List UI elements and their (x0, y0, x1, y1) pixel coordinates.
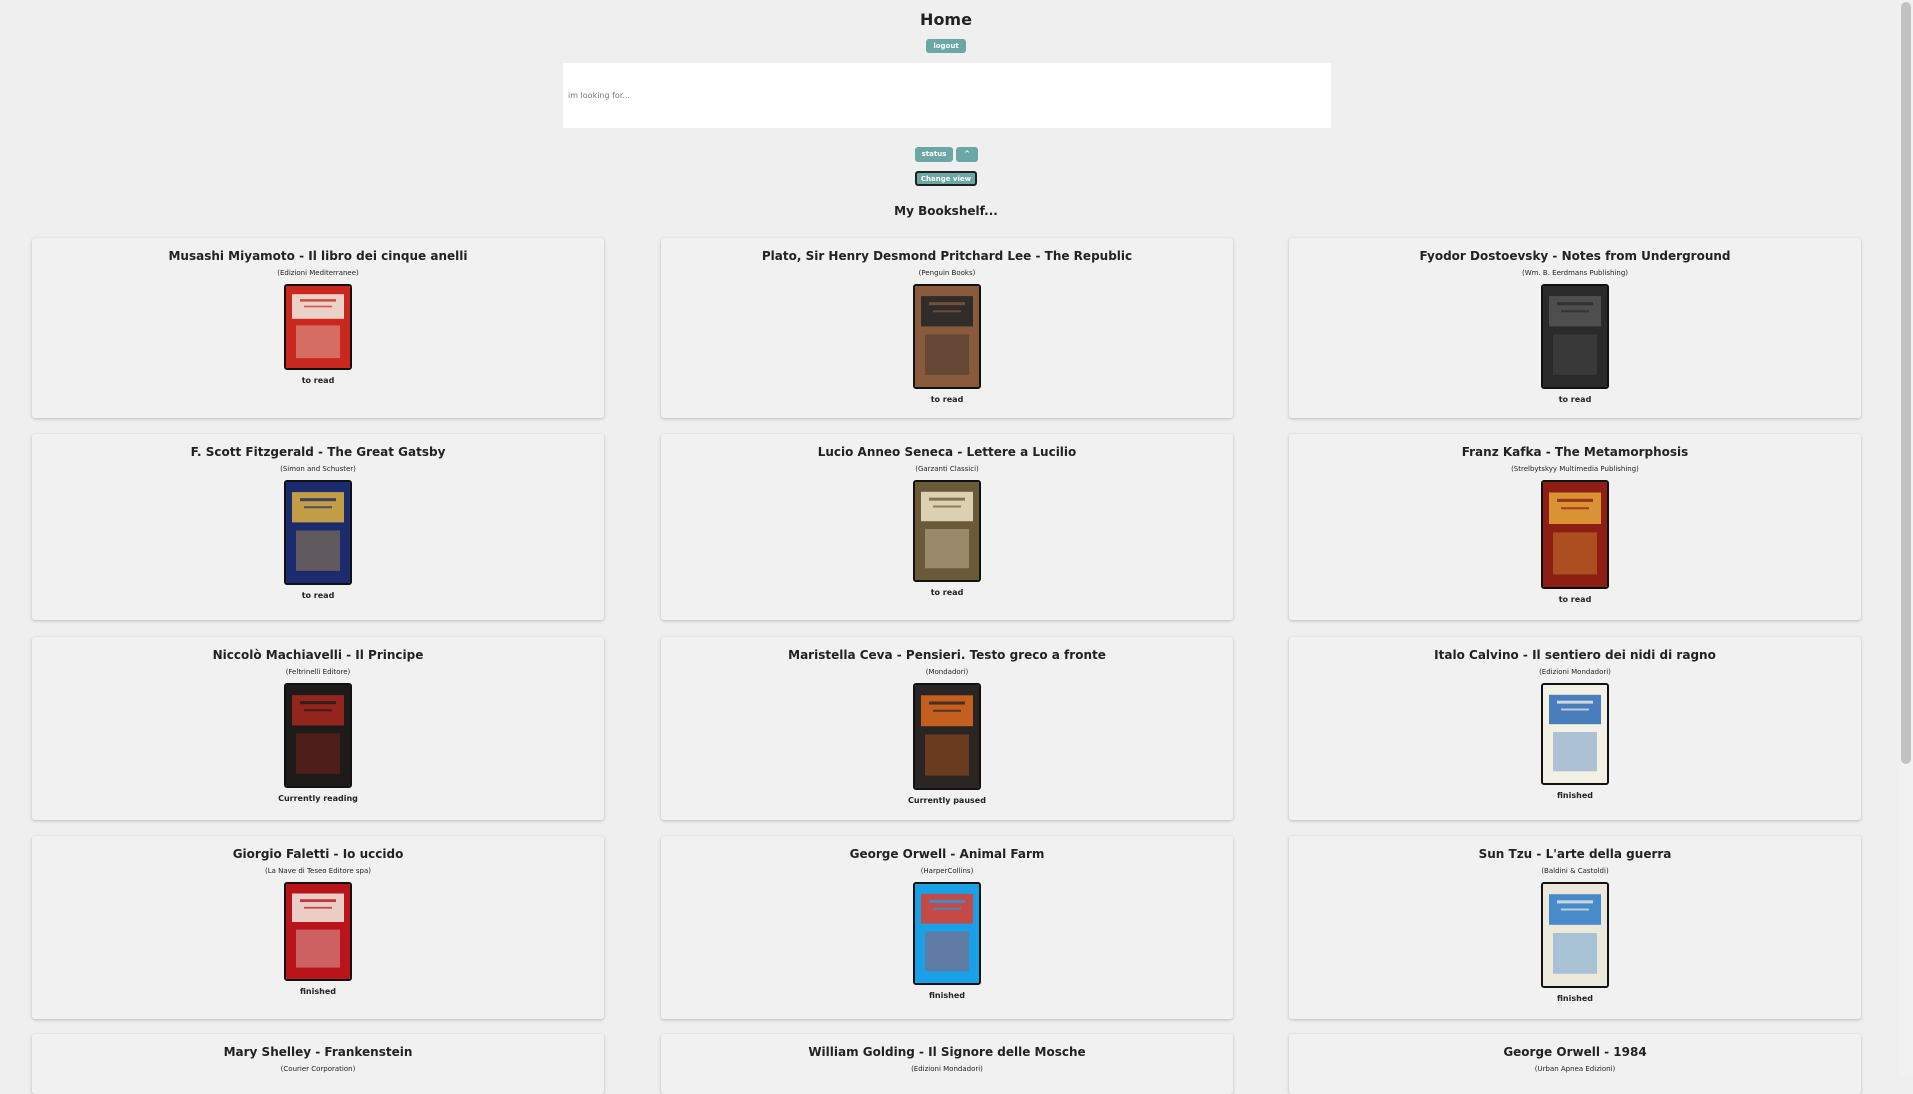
book-cover-lettere-lucilio[interactable] (913, 480, 981, 582)
reading-status: to read (1558, 395, 1592, 404)
book-cover-great-gatsby[interactable] (284, 480, 352, 585)
book-title: Giorgio Faletti - Io uccido (232, 847, 404, 861)
book-cover-arte-guerra[interactable] (1541, 882, 1609, 988)
book-title: George Orwell - 1984 (1503, 1045, 1647, 1059)
page-title: Home (920, 10, 972, 29)
book-card[interactable]: Franz Kafka - The Metamorphosis (Strelbyt… (1289, 434, 1861, 620)
book-card[interactable]: George Orwell - Animal Farm (HarperCollin… (661, 836, 1233, 1019)
book-publisher: (Edizioni Mondadori) (911, 1065, 983, 1073)
book-title: Niccolò Machiavelli - Il Principe (212, 648, 424, 662)
book-title: Italo Calvino - Il sentiero dei nidi di … (1434, 648, 1716, 662)
reading-status: to read (301, 376, 335, 385)
reading-status: finished (300, 987, 336, 996)
book-publisher: (Edizioni Mondadori) (1539, 668, 1611, 676)
book-publisher: (HarperCollins) (920, 867, 974, 875)
book-card[interactable]: William Golding - Il Signore delle Mosch… (661, 1034, 1233, 1094)
reading-status: to read (930, 395, 964, 404)
book-cover-animal-farm[interactable] (913, 882, 981, 985)
book-card[interactable]: George Orwell - 1984 (Urban Apnea Edizion… (1289, 1034, 1861, 1094)
search-input[interactable] (563, 63, 1331, 128)
reading-status: to read (930, 588, 964, 597)
book-publisher: (Simon and Schuster) (280, 465, 356, 473)
reading-status: finished (1557, 994, 1593, 1003)
status-filter-button[interactable]: status (915, 147, 953, 162)
book-publisher: (Penguin Books) (918, 269, 976, 277)
book-publisher: (Urban Apnea Edizioni) (1534, 1065, 1616, 1073)
book-cover-cinque-anelli[interactable] (284, 284, 352, 370)
book-publisher: (Baldini & Castoldi) (1541, 867, 1609, 875)
book-cover-metamorphosis[interactable] (1541, 480, 1609, 589)
book-title: William Golding - Il Signore delle Mosch… (808, 1045, 1086, 1059)
book-card[interactable]: Niccolò Machiavelli - Il Principe (Feltri… (32, 637, 604, 820)
book-publisher: (Garzanti Classici) (915, 465, 979, 473)
book-card[interactable]: Musashi Miyamoto - Il libro dei cinque a… (32, 238, 604, 418)
book-publisher: (Mondadori) (925, 668, 969, 676)
book-card[interactable]: F. Scott Fitzgerald - The Great Gatsby (S… (32, 434, 604, 620)
reading-status: to read (1558, 595, 1592, 604)
book-title: Sun Tzu - L'arte della guerra (1478, 847, 1672, 861)
book-title: Lucio Anneo Seneca - Lettere a Lucilio (817, 445, 1077, 459)
bookshelf-heading: My Bookshelf... (894, 204, 998, 218)
book-title: Fyodor Dostoevsky - Notes from Undergrou… (1419, 249, 1731, 263)
book-publisher: (Feltrinelli Editore) (285, 668, 351, 676)
book-publisher: (La Nave di Teseo Editore spa) (264, 867, 372, 875)
reading-status: to read (301, 591, 335, 600)
reading-status: Currently reading (278, 794, 358, 803)
book-card[interactable]: Italo Calvino - Il sentiero dei nidi di … (1289, 637, 1861, 820)
scrollbar-thumb[interactable] (1901, 2, 1911, 764)
book-title: Musashi Miyamoto - Il libro dei cinque a… (168, 249, 468, 263)
book-title: Plato, Sir Henry Desmond Pritchard Lee -… (761, 249, 1133, 263)
book-cover-pensieri[interactable] (913, 683, 981, 790)
book-title: Maristella Ceva - Pensieri. Testo greco … (788, 648, 1106, 662)
page-scrollbar[interactable] (1899, 0, 1913, 1076)
sort-order-button[interactable]: ^ (956, 147, 978, 162)
book-card[interactable]: Maristella Ceva - Pensieri. Testo greco … (661, 637, 1233, 820)
reading-status: finished (929, 991, 965, 1000)
book-card[interactable]: Giorgio Faletti - Io uccido (La Nave di T… (32, 836, 604, 1019)
book-title: Franz Kafka - The Metamorphosis (1461, 445, 1689, 459)
reading-status: finished (1557, 791, 1593, 800)
change-view-button[interactable]: Change view (915, 171, 977, 186)
book-card[interactable]: Fyodor Dostoevsky - Notes from Undergrou… (1289, 238, 1861, 418)
book-publisher: (Strelbytskyy Multimedia Publishing) (1511, 465, 1639, 473)
book-card[interactable]: Lucio Anneo Seneca - Lettere a Lucilio (G… (661, 434, 1233, 620)
reading-status: Currently paused (908, 796, 986, 805)
logout-button[interactable]: logout (926, 39, 966, 53)
book-title: Mary Shelley - Frankenstein (223, 1045, 413, 1059)
book-title: F. Scott Fitzgerald - The Great Gatsby (190, 445, 446, 459)
book-title: George Orwell - Animal Farm (849, 847, 1045, 861)
book-publisher: (Courier Corporation) (280, 1065, 356, 1073)
book-cover-il-principe[interactable] (284, 683, 352, 788)
book-cover-io-uccido[interactable] (284, 882, 352, 981)
book-cover-sentiero-nidi[interactable] (1541, 683, 1609, 785)
book-publisher: (Wm. B. Eerdmans Publishing) (1521, 269, 1629, 277)
book-cover-republic[interactable] (913, 284, 981, 389)
book-card[interactable]: Sun Tzu - L'arte della guerra (Baldini & … (1289, 836, 1861, 1019)
book-publisher: (Edizioni Mediterranee) (277, 269, 359, 277)
book-card[interactable]: Plato, Sir Henry Desmond Pritchard Lee -… (661, 238, 1233, 418)
book-card[interactable]: Mary Shelley - Frankenstein (Courier Corp… (32, 1034, 604, 1094)
book-cover-notes-underground[interactable] (1541, 284, 1609, 389)
